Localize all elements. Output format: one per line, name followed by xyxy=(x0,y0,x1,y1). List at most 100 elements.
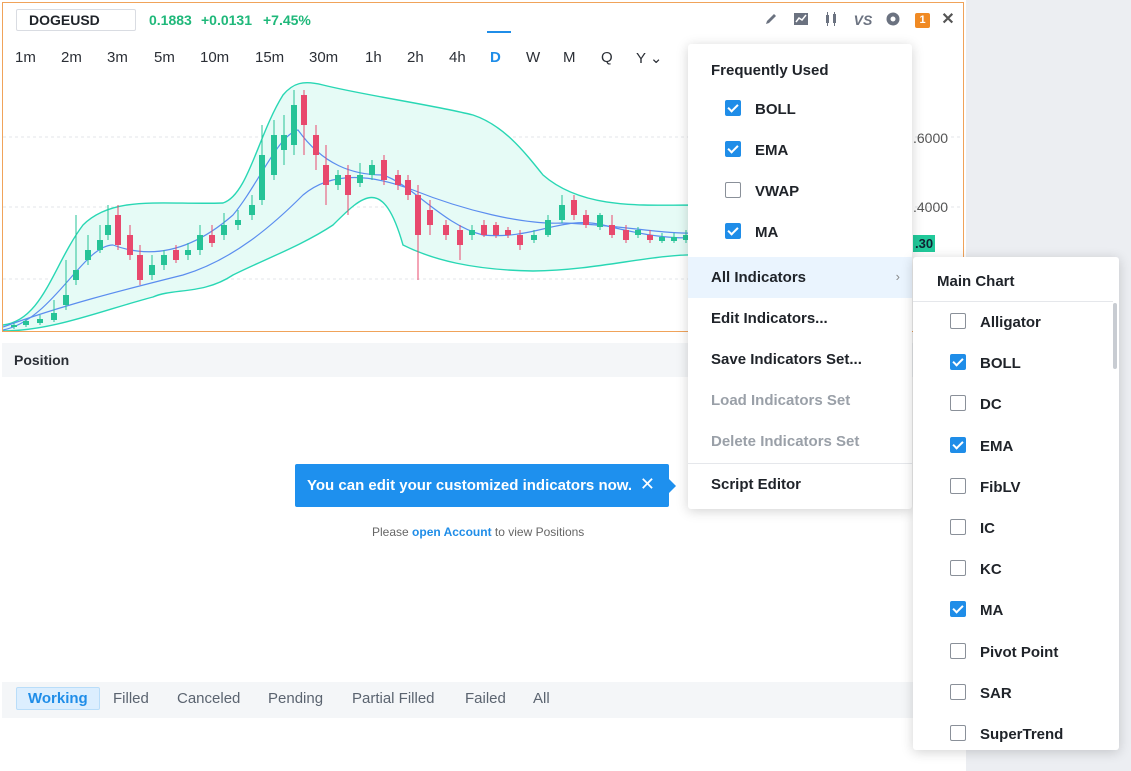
checkbox-checked-icon[interactable] xyxy=(725,100,741,117)
checkbox-checked-icon[interactable] xyxy=(950,601,966,618)
candle-body xyxy=(405,180,411,195)
indicator-label: EMA xyxy=(755,142,789,159)
open-account-link[interactable]: open Account xyxy=(412,525,492,539)
checkbox-empty-icon[interactable] xyxy=(950,725,966,742)
checkbox-checked-icon[interactable] xyxy=(950,354,966,371)
all-indicators-item[interactable]: All Indicators › xyxy=(688,257,912,298)
frequently-used-item[interactable]: VWAP xyxy=(725,182,799,203)
timeframe-2[interactable]: 3m xyxy=(107,49,128,66)
checkbox-empty-icon[interactable] xyxy=(950,683,966,700)
checkbox-empty-icon[interactable] xyxy=(950,395,966,412)
load-indicators-set-label: Load Indicators Set xyxy=(711,392,851,409)
timeframe-13[interactable]: Q xyxy=(601,49,613,66)
checkbox-empty-icon[interactable] xyxy=(725,182,741,199)
timeframe-4[interactable]: 10m xyxy=(200,49,229,66)
script-editor-label: Script Editor xyxy=(711,476,802,493)
timeframe-6[interactable]: 30m xyxy=(309,49,338,66)
close-icon[interactable]: ✕ xyxy=(640,474,655,495)
order-tab-2[interactable]: Canceled xyxy=(177,690,240,707)
notification-badge-icon[interactable]: 1 xyxy=(915,13,930,28)
chart-type-icon[interactable] xyxy=(792,11,810,29)
timeframe-8[interactable]: 2h xyxy=(407,49,424,66)
timeframe-7[interactable]: 1h xyxy=(365,49,382,66)
main-chart-indicator-item[interactable]: BOLL xyxy=(950,354,1021,372)
main-chart-indicator-item[interactable]: EMA xyxy=(950,436,1013,455)
checkbox-empty-icon[interactable] xyxy=(950,477,966,494)
tooltip-arrow xyxy=(669,479,676,493)
edit-indicators-item[interactable]: Edit Indicators... xyxy=(688,298,912,339)
main-chart-indicator-item[interactable]: IC xyxy=(950,519,995,537)
main-chart-indicator-item[interactable]: Alligator xyxy=(950,313,1041,331)
indicator-label: Pivot Point xyxy=(980,643,1059,661)
candle-body xyxy=(517,235,523,245)
y-axis-label: .4000 xyxy=(913,199,949,215)
indicator-label: DC xyxy=(980,396,1002,414)
candle-body xyxy=(531,235,537,240)
checkbox-empty-icon[interactable] xyxy=(950,642,966,659)
indicator-label: IC xyxy=(980,520,995,537)
checkbox-checked-icon[interactable] xyxy=(725,223,741,240)
frequently-used-item[interactable]: BOLL xyxy=(725,100,796,121)
order-tab-3[interactable]: Pending xyxy=(268,690,323,707)
candle-body xyxy=(335,175,341,185)
order-tab-6[interactable]: All xyxy=(533,690,550,707)
main-chart-indicator-item[interactable]: FibLV xyxy=(950,477,1021,496)
indicator-label: MA xyxy=(755,224,779,241)
candle-body xyxy=(173,250,179,260)
order-tab-0[interactable]: Working xyxy=(16,687,100,710)
checkbox-empty-icon[interactable] xyxy=(950,560,966,577)
candle-body xyxy=(105,225,111,235)
candle-body xyxy=(51,313,57,320)
load-indicators-set-item: Load Indicators Set xyxy=(688,380,912,421)
frequently-used-item[interactable]: MA xyxy=(725,223,779,244)
candle-body xyxy=(137,255,143,280)
main-chart-indicator-item[interactable]: KC xyxy=(950,560,1002,578)
timeframe-1[interactable]: 2m xyxy=(61,49,82,66)
main-chart-submenu: Main Chart Alligator BOLL DC EMA FibLV IC KC MA… xyxy=(913,257,1119,750)
script-editor-item[interactable]: Script Editor xyxy=(688,464,912,505)
candles-icon[interactable] xyxy=(822,11,840,29)
checkbox-checked-icon[interactable] xyxy=(950,436,966,453)
candle-body xyxy=(481,225,487,235)
candle-body xyxy=(323,165,329,185)
symbol-field[interactable]: DOGEUSD xyxy=(16,9,136,31)
checkbox-empty-icon[interactable] xyxy=(950,519,966,536)
timeframe-12[interactable]: M xyxy=(563,49,576,66)
chevron-right-icon: › xyxy=(895,269,900,284)
timeframe-9[interactable]: 4h xyxy=(449,49,466,66)
main-chart-indicator-item[interactable]: SuperTrend xyxy=(950,725,1063,743)
frequently-used-item[interactable]: EMA xyxy=(725,141,789,162)
delete-indicators-set-item: Delete Indicators Set xyxy=(688,421,912,462)
timeframe-3[interactable]: 5m xyxy=(154,49,175,66)
vs-compare-icon[interactable]: VS xyxy=(852,11,874,29)
close-icon[interactable]: ✕ xyxy=(939,11,957,29)
candle-body xyxy=(635,230,641,235)
checkbox-checked-icon[interactable] xyxy=(725,141,741,158)
timeframe-11[interactable]: W xyxy=(526,49,540,66)
main-chart-indicator-item[interactable]: SAR xyxy=(950,683,1012,702)
main-chart-indicator-item[interactable]: Pivot Point xyxy=(950,642,1059,661)
order-tab-1[interactable]: Filled xyxy=(113,690,149,707)
candle-body xyxy=(63,295,69,305)
timeframe-10[interactable]: D xyxy=(490,49,501,66)
order-tab-5[interactable]: Failed xyxy=(465,690,506,707)
candle-body xyxy=(505,230,511,235)
candle-body xyxy=(291,105,297,145)
candle-body xyxy=(209,235,215,243)
indicator-label: FibLV xyxy=(980,478,1021,496)
save-indicators-set-item[interactable]: Save Indicators Set... xyxy=(688,339,912,380)
submenu-scrollbar[interactable] xyxy=(1113,303,1117,369)
main-chart-indicator-item[interactable]: DC xyxy=(950,395,1002,414)
timeframe-5[interactable]: 15m xyxy=(255,49,284,66)
timeframe-14[interactable]: Y ⌄ xyxy=(636,49,662,67)
price-change: +0.0131 xyxy=(201,12,252,28)
candle-body xyxy=(381,160,387,180)
checkbox-empty-icon[interactable] xyxy=(950,313,966,330)
order-tab-4[interactable]: Partial Filled xyxy=(352,690,435,707)
timeframe-0[interactable]: 1m xyxy=(15,49,36,66)
candle-body xyxy=(161,255,167,265)
main-chart-indicator-item[interactable]: MA xyxy=(950,601,1003,619)
candle-body xyxy=(313,135,319,155)
pencil-icon[interactable] xyxy=(762,11,780,29)
settings-icon[interactable] xyxy=(884,11,902,29)
